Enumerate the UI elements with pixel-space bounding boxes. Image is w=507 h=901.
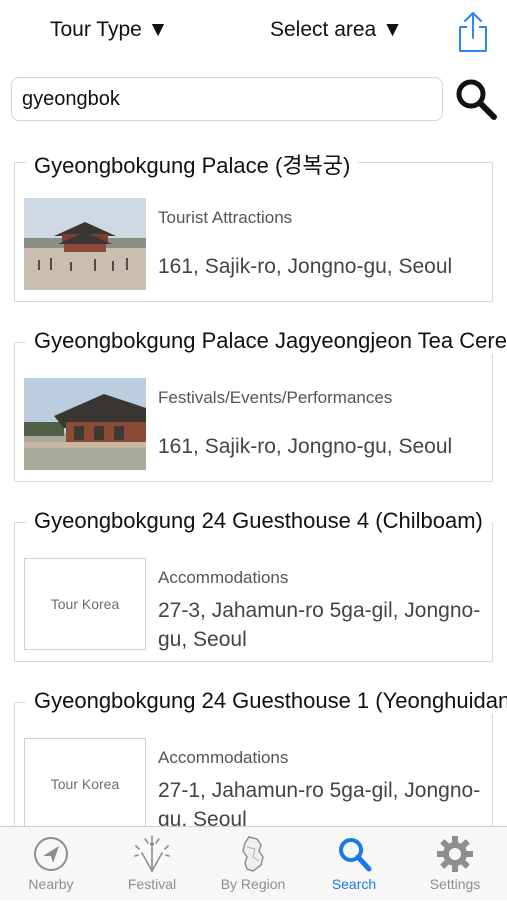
tab-label: Festival <box>127 876 177 892</box>
tab-label: Nearby <box>28 876 74 892</box>
tab-label: By Region <box>220 876 286 892</box>
top-bar: Tour Type ▼ Select area ▼ <box>0 0 507 68</box>
search-input[interactable] <box>11 77 443 121</box>
tour-type-dropdown[interactable]: Tour Type ▼ <box>50 18 168 42</box>
result-category: Accommodations <box>158 568 289 587</box>
share-icon[interactable] <box>456 10 490 54</box>
palace-building-photo <box>24 378 146 470</box>
tab-festival[interactable]: Festival <box>102 827 202 901</box>
result-card[interactable]: Gyeongbokgung 24 Guesthouse 1 (Yeonghuid… <box>0 680 507 826</box>
gear-icon <box>437 836 473 872</box>
tab-label: Settings <box>429 876 481 892</box>
result-title: Gyeongbokgung 24 Guesthouse 1 (Yeonghuid… <box>26 688 507 714</box>
result-address: 27-1, Jahamun-ro 5ga-gil, Jongno-gu, Seo… <box>158 779 481 826</box>
result-category: Tourist Attractions <box>158 208 293 227</box>
image-placeholder: Tour Korea <box>24 558 146 650</box>
result-card[interactable]: Gyeongbokgung 24 Guesthouse 4 (Chilboam)… <box>0 500 507 680</box>
tab-search[interactable]: Search <box>304 827 404 901</box>
search-button[interactable] <box>453 76 499 122</box>
result-title: Gyeongbokgung Palace (경복궁) <box>26 148 359 180</box>
result-card[interactable]: Gyeongbokgung Palace (경복궁) Tourist Attra… <box>0 140 507 320</box>
result-card[interactable]: Gyeongbokgung Palace Jagyeongjeon Tea Ce… <box>0 320 507 500</box>
result-address: 161, Sajik-ro, Jongno-gu, Seoul <box>158 255 453 278</box>
result-category: Accommodations <box>158 748 289 767</box>
result-title: Gyeongbokgung Palace Jagyeongjeon Tea Ce… <box>26 328 507 354</box>
tab-settings[interactable]: Settings <box>405 827 505 901</box>
tab-label: Search <box>331 876 377 892</box>
result-address: 161, Sajik-ro, Jongno-gu, Seoul <box>158 435 453 458</box>
image-placeholder: Tour Korea <box>24 738 146 826</box>
result-title: Gyeongbokgung 24 Guesthouse 4 (Chilboam) <box>26 508 491 534</box>
search-icon <box>339 838 372 872</box>
select-area-dropdown[interactable]: Select area ▼ <box>270 18 403 42</box>
result-category: Festivals/Events/Performances <box>158 388 393 407</box>
korea-map-icon <box>242 836 264 872</box>
firework-icon <box>134 835 170 872</box>
tab-by-region[interactable]: By Region <box>203 827 303 901</box>
search-icon <box>456 79 497 120</box>
tab-bar: Nearby Festival By Region Search Setting… <box>0 826 507 900</box>
compass-icon <box>34 837 68 871</box>
tab-nearby[interactable]: Nearby <box>1 827 101 901</box>
results-list: Gyeongbokgung Palace (경복궁) Tourist Attra… <box>0 140 507 826</box>
palace-photo <box>24 198 146 290</box>
result-address: 27-3, Jahamun-ro 5ga-gil, Jongno-gu, Seo… <box>158 599 481 651</box>
